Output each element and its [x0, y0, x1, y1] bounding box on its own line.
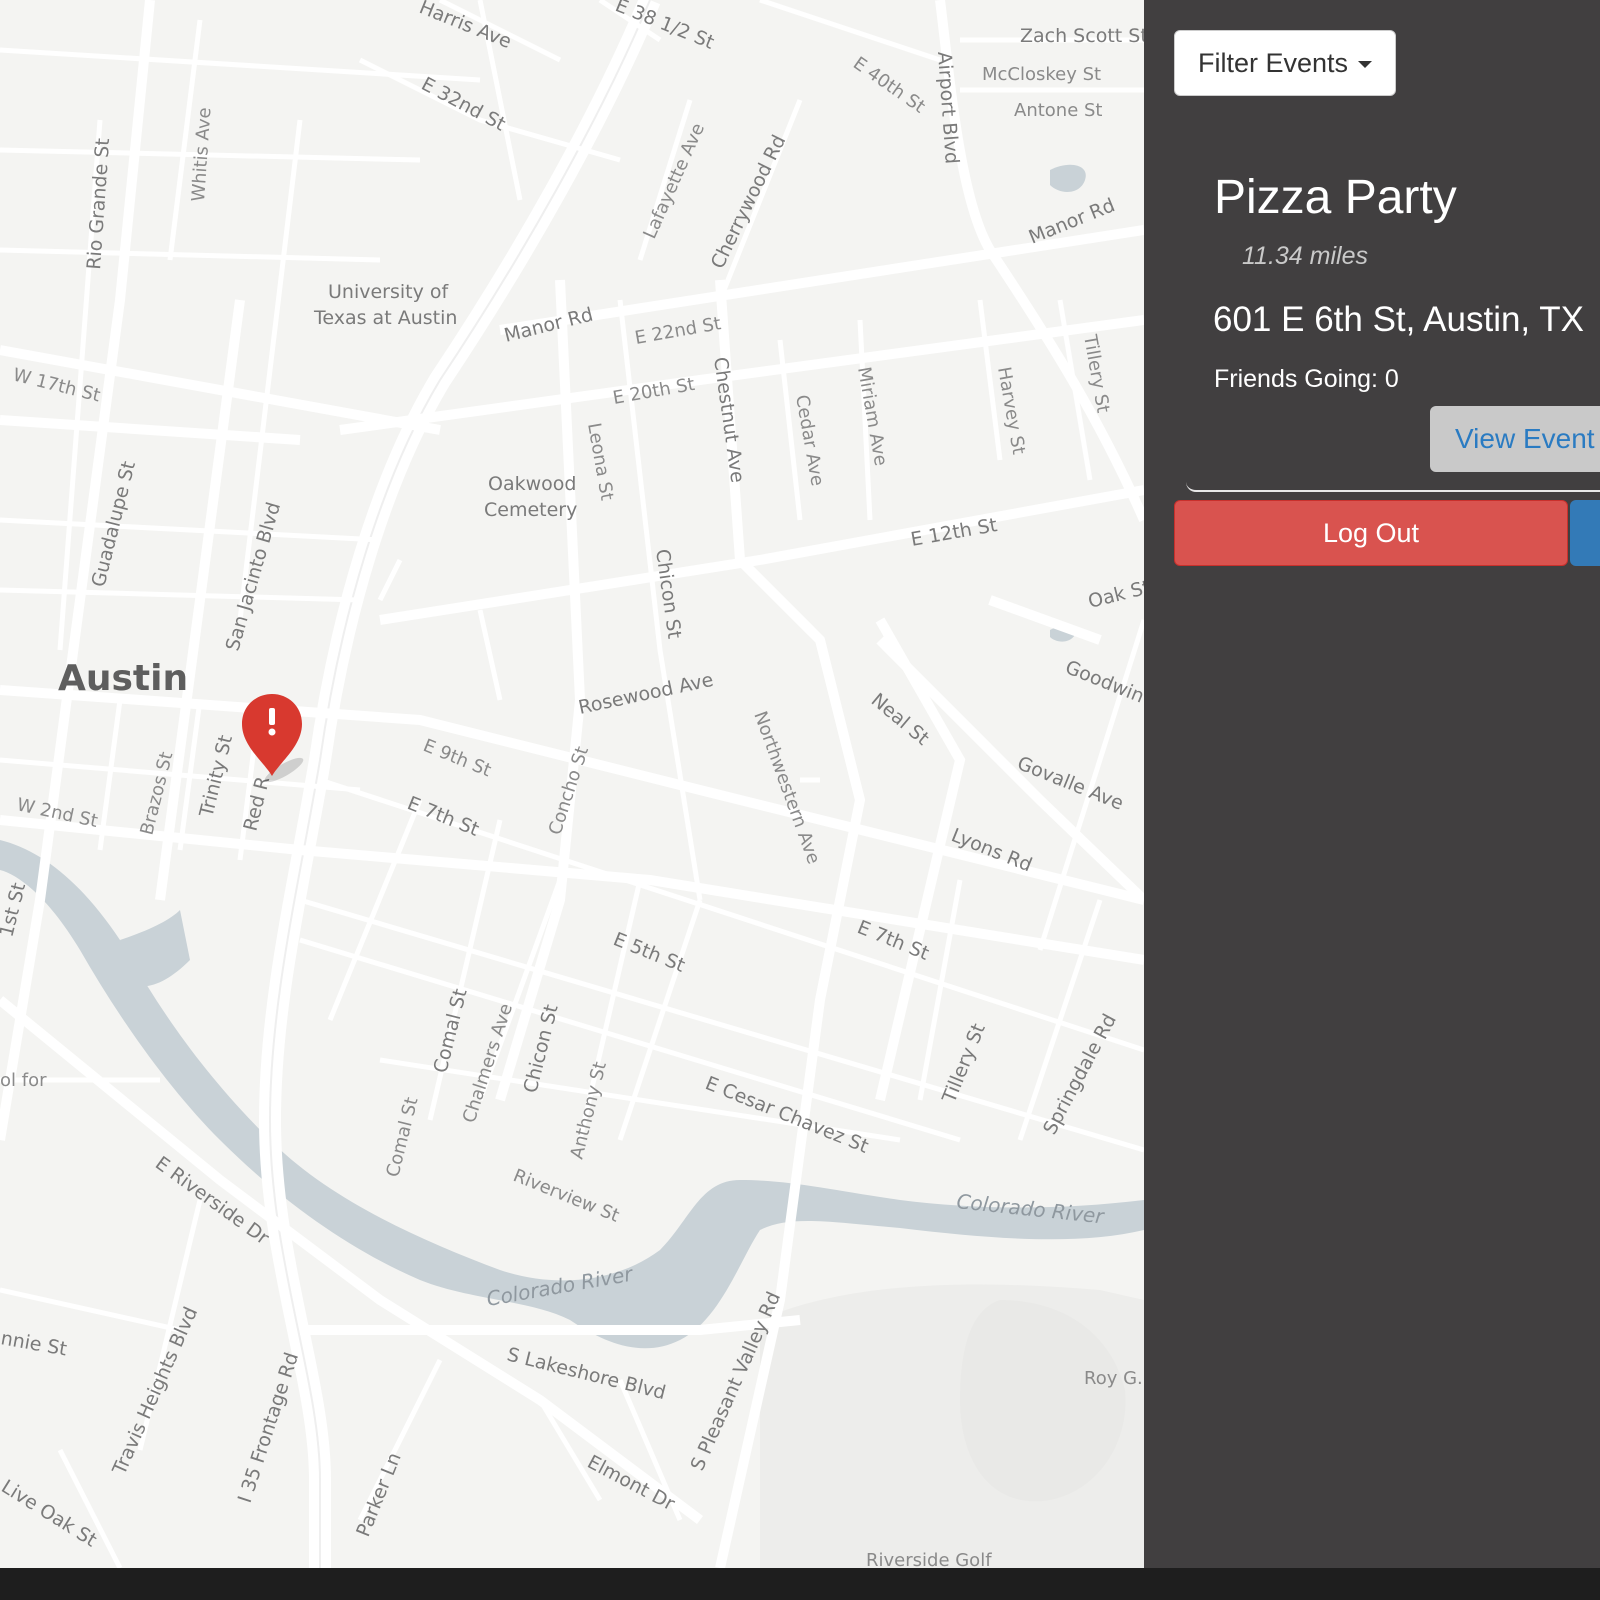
city-label: Austin [58, 658, 188, 699]
map-label: Antone St [1014, 100, 1102, 121]
event-card: Pizza Party 11.34 miles 601 E 6th St, Au… [1186, 130, 1600, 492]
friends-going: Friends Going: 0 [1214, 365, 1399, 394]
event-title: Pizza Party [1214, 171, 1457, 224]
log-out-button[interactable]: Log Out [1174, 500, 1568, 566]
map-label: Rosewood Ave [576, 669, 715, 719]
caret-down-icon [1358, 60, 1373, 68]
map-label: Riverview St [510, 1165, 622, 1227]
map-label: Parker Ln [352, 1450, 406, 1540]
map-label: Comal St [430, 987, 472, 1076]
map-label: E 7th St [404, 792, 482, 841]
map-label: Oakwood [488, 473, 576, 495]
map-label: Live Oak St [0, 1476, 101, 1552]
filter-events-button[interactable]: Filter Events [1174, 30, 1396, 96]
map-label: Red R [240, 774, 275, 833]
map-label: Riverside Golf [866, 1550, 992, 1568]
map-label: McCloskey St [982, 64, 1101, 85]
map-view[interactable]: Harris Ave E 38 1/2 St E 32nd St E 40th … [0, 0, 1144, 1568]
map-label: E 9th St [420, 735, 494, 781]
map-canvas: Harris Ave E 38 1/2 St E 32nd St E 40th … [0, 0, 1144, 1568]
map-label: E 20th St [611, 374, 696, 409]
map-label: nnie St [0, 1327, 69, 1360]
map-label: Texas at Austin [313, 307, 457, 329]
map-label: Lafayette Ave [639, 120, 709, 242]
map-label: University of [328, 281, 450, 303]
map-label: Roy G. [1084, 1368, 1143, 1389]
map-label: Travis Heights Blvd [108, 1304, 202, 1479]
map-label: Cemetery [484, 499, 577, 521]
map-label: Zach Scott St [1020, 25, 1144, 47]
view-event-button[interactable]: View Event [1430, 406, 1600, 472]
map-label: Tillery St [938, 1021, 990, 1107]
friends-going-count: 0 [1384, 365, 1399, 393]
map-label: Manor Rd [502, 304, 595, 347]
map-label: Govalle Ave [1014, 752, 1126, 814]
event-address: 601 E 6th St, Austin, TX [1213, 300, 1584, 339]
map-label: Leona St [583, 421, 617, 502]
map-label: I 35 Frontage Rd [234, 1350, 303, 1506]
map-label: Anthony St [566, 1060, 610, 1162]
map-label: Oak St [1086, 576, 1144, 613]
map-label: Harris Ave [416, 0, 514, 53]
map-label: E 40th St [849, 53, 929, 118]
map-label: Cherrywood Rd [707, 132, 791, 273]
map-label: Airport Blvd [933, 51, 963, 165]
blue-action-button[interactable] [1570, 500, 1600, 566]
map-label: 1st St [0, 881, 30, 940]
bottom-bar [0, 1568, 1600, 1600]
event-sidebar: Filter Events Pizza Party 11.34 miles 60… [1144, 0, 1600, 1568]
filter-events-label: Filter Events [1197, 47, 1349, 78]
map-label: Northwestern Ave [749, 709, 824, 867]
friends-going-label: Friends Going: [1214, 365, 1385, 393]
event-distance: 11.34 miles [1242, 242, 1368, 270]
map-label: ol for [0, 1070, 47, 1091]
map-label: Comal St [382, 1095, 422, 1179]
pond-water [1050, 164, 1086, 192]
map-label: E 22nd St [633, 313, 722, 349]
map-label: Whitis Ave [188, 107, 216, 203]
map-label: Miriam Ave [853, 365, 891, 467]
